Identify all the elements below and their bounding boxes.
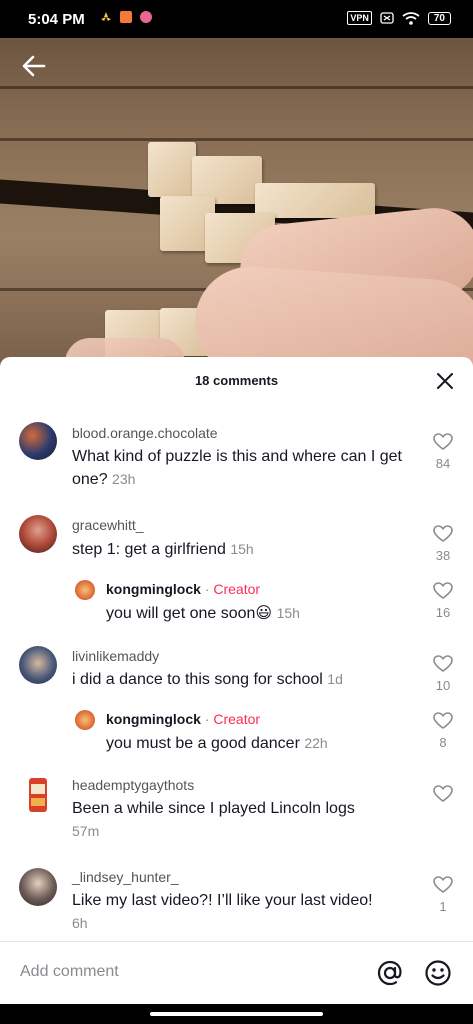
puzzle-block [148, 142, 196, 197]
comment-username[interactable]: _lindsey_hunter_ [72, 869, 179, 885]
comment-body: Been a while since I played Lincoln logs [72, 800, 355, 817]
comment-username[interactable]: kongminglock [106, 581, 201, 597]
close-icon[interactable] [435, 371, 455, 391]
like-count: 84 [435, 456, 451, 471]
wood-plank-line [0, 138, 473, 141]
heart-outline-icon [433, 712, 453, 729]
comments-sheet: 18 comments blood.orange.chocolate What … [0, 357, 473, 1002]
like-button[interactable]: 38 [432, 525, 454, 563]
reply-header: kongminglock · Creator [106, 581, 260, 597]
comment-username[interactable]: gracewhitt_ [72, 517, 144, 533]
comment-username[interactable]: heademptygaythots [72, 777, 194, 793]
comments-count-title: 18 comments [194, 373, 279, 388]
avatar[interactable] [19, 422, 57, 460]
comment-text: you will get one soon😃 15h [106, 602, 406, 625]
comment-item: gracewhitt_ step 1: get a girlfriend 15h… [0, 512, 473, 572]
vpn-badge: VPN [347, 11, 372, 25]
comment-time: 15h [276, 605, 300, 621]
heart-outline-icon [433, 433, 453, 450]
like-button[interactable]: 1 [432, 876, 454, 914]
comment-text: Been a while since I played Lincoln logs… [72, 797, 412, 843]
status-bar: 5:04 PM VPN 70 [0, 0, 473, 38]
battery-indicator: 70 [427, 11, 451, 25]
hand-palm [191, 263, 473, 368]
status-time: 5:04 PM [28, 11, 85, 28]
comment-text: What kind of puzzle is this and where ca… [72, 445, 417, 491]
like-button[interactable]: 16 [432, 582, 454, 620]
video-frame[interactable] [0, 38, 473, 368]
comment-text: Like my last video?! I’ll like your last… [72, 889, 417, 935]
reply-item: kongminglock · Creator you must be a goo… [0, 709, 473, 759]
comment-item: blood.orange.chocolate What kind of puzz… [0, 419, 473, 499]
like-count: 1 [439, 899, 447, 914]
creator-badge: Creator [213, 581, 261, 597]
system-icons: VPN 70 [347, 11, 451, 25]
comment-time: 6h [72, 915, 88, 931]
comment-time: 22h [304, 735, 328, 751]
comment-item: heademptygaythots Been a while since I p… [0, 774, 473, 849]
like-count: 16 [435, 605, 451, 620]
comment-time: 1d [327, 671, 343, 687]
product-box-avatar-image [29, 778, 47, 812]
separator-dot: · [204, 581, 210, 597]
like-count: 8 [439, 735, 447, 750]
like-button[interactable]: 10 [432, 655, 454, 693]
smiley-icon[interactable] [424, 959, 452, 987]
comment-body: Like my last video?! I’ll like your last… [72, 892, 373, 909]
comment-username[interactable]: kongminglock [106, 711, 201, 727]
avatar[interactable] [19, 868, 57, 906]
heart-outline-icon [433, 525, 453, 542]
no-sim-icon [380, 12, 394, 24]
like-button[interactable]: 8 [432, 712, 454, 750]
like-button[interactable]: 84 [432, 433, 454, 471]
avatar[interactable] [19, 776, 57, 814]
comment-username[interactable]: blood.orange.chocolate [72, 425, 218, 441]
heart-outline-icon [433, 655, 453, 672]
system-navigation-bar [0, 1004, 473, 1024]
comment-text: you must be a good dancer 22h [106, 732, 406, 755]
heart-outline-icon [433, 876, 453, 893]
at-sign-icon[interactable] [376, 959, 404, 987]
reply-header: kongminglock · Creator [106, 711, 260, 727]
like-button[interactable] [432, 785, 454, 808]
separator-dot: · [204, 711, 210, 727]
comment-item: _lindsey_hunter_ Like my last video?! I’… [0, 866, 473, 941]
wifi-icon [402, 11, 420, 25]
comment-body: you must be a good dancer [106, 735, 300, 752]
comment-time: 15h [230, 541, 254, 557]
back-arrow-icon[interactable] [18, 50, 50, 82]
comment-body: you will get one soon😃 [106, 605, 273, 622]
add-comment-input[interactable]: Add comment [20, 963, 119, 981]
comment-time: 57m [72, 823, 100, 839]
avatar[interactable] [19, 646, 57, 684]
comment-body: step 1: get a girlfriend [72, 541, 226, 558]
notification-fan-icon [101, 12, 111, 21]
notification-app-icon [120, 11, 132, 23]
home-indicator[interactable] [150, 1012, 323, 1016]
like-count: 10 [435, 678, 451, 693]
reply-item: kongminglock · Creator you will get one … [0, 579, 473, 629]
comment-body: i did a dance to this song for school [72, 671, 323, 688]
avatar[interactable] [75, 710, 95, 730]
avatar[interactable] [19, 515, 57, 553]
avatar[interactable] [75, 580, 95, 600]
comment-username[interactable]: livinlikemaddy [72, 648, 159, 664]
heart-outline-icon [433, 582, 453, 599]
notification-icons [100, 11, 152, 23]
wood-plank-line [0, 86, 473, 89]
comment-text: i did a dance to this song for school 1d [72, 668, 417, 691]
notification-record-icon [140, 11, 152, 23]
like-count: 38 [435, 548, 451, 563]
comment-item: livinlikemaddy i did a dance to this son… [0, 644, 473, 699]
creator-badge: Creator [213, 711, 261, 727]
heart-outline-icon [433, 785, 453, 802]
comment-input-bar: Add comment [0, 941, 473, 1005]
comment-time: 23h [112, 471, 136, 487]
comment-text: step 1: get a girlfriend 15h [72, 538, 417, 561]
